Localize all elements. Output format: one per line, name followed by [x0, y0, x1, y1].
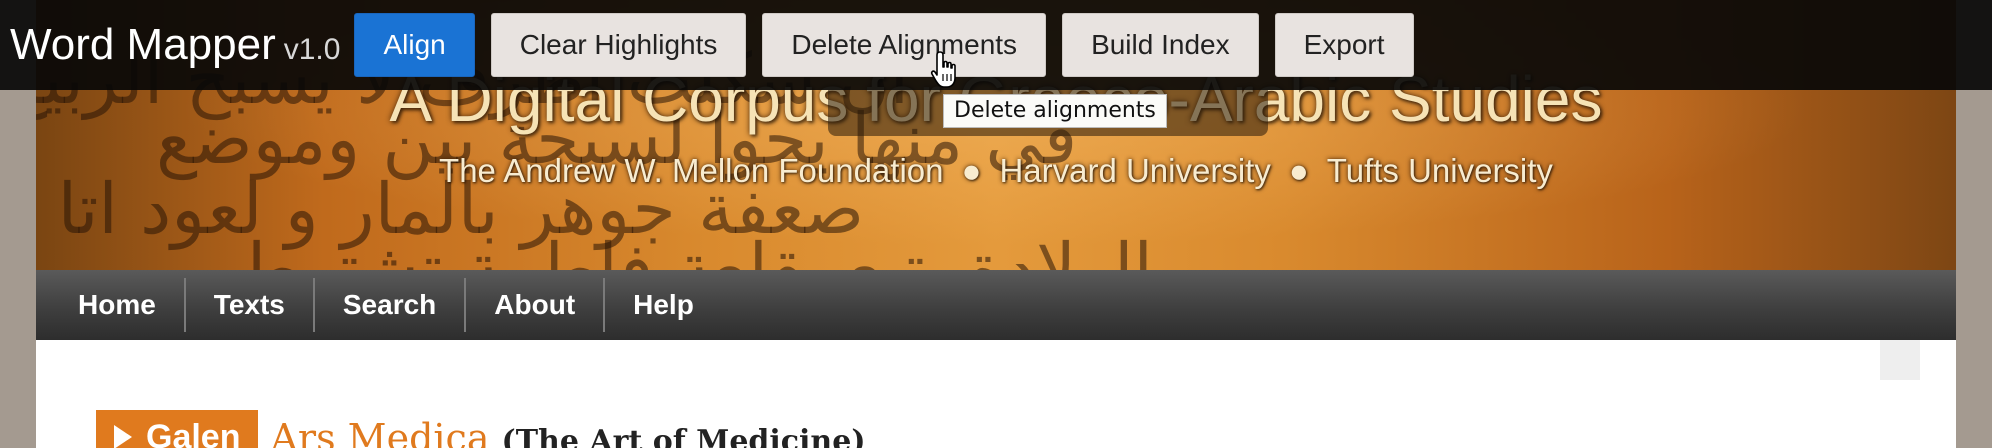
- nav-item-help[interactable]: Help: [605, 278, 722, 332]
- nav-item-texts[interactable]: Texts: [186, 278, 315, 332]
- delete-alignments-tooltip: Delete alignments: [943, 94, 1167, 128]
- separator-dot: ●: [1288, 152, 1309, 189]
- export-button[interactable]: Export: [1274, 13, 1414, 77]
- sponsor-harvard: Harvard University: [999, 152, 1271, 189]
- sponsor-mellon: The Andrew W. Mellon Foundation: [439, 152, 944, 189]
- work-title[interactable]: Ars Medica: [270, 410, 489, 448]
- content-side-panel: [1880, 340, 1920, 380]
- align-button[interactable]: Align: [354, 13, 475, 77]
- main-nav: Home Texts Search About Help: [36, 270, 1956, 340]
- delete-alignments-button[interactable]: Delete Alignments: [762, 13, 1047, 77]
- build-index-button[interactable]: Build Index: [1062, 13, 1259, 77]
- app-title: Word Mapper v1.0: [10, 20, 340, 70]
- work-subtitle: (The Art of Medicine): [501, 424, 866, 448]
- play-triangle-icon: [114, 425, 132, 448]
- author-name: Galen: [146, 417, 241, 448]
- sponsor-tufts: Tufts University: [1326, 152, 1553, 189]
- banner-subtitle: The Andrew W. Mellon Foundation ● Harvard …: [36, 152, 1956, 190]
- app-name: Word Mapper: [10, 20, 276, 69]
- nav-item-search[interactable]: Search: [315, 278, 467, 332]
- nav-item-home[interactable]: Home: [50, 278, 186, 332]
- separator-dot: ●: [961, 152, 982, 189]
- banner-script-row: الولادة يتبع بقلعة فاطمة تشترط: [236, 228, 1153, 270]
- hand-pointer-cursor-icon: [930, 51, 956, 88]
- app-version: v1.0: [283, 33, 341, 66]
- nav-item-about[interactable]: About: [466, 278, 606, 332]
- clear-highlights-button[interactable]: Clear Highlights: [490, 13, 747, 77]
- text-heading: Galen Ars Medica (The Art of Medicine): [96, 410, 866, 448]
- word-mapper-toolbar: Word Mapper v1.0 Align Clear Highlights D…: [0, 0, 1992, 90]
- author-badge[interactable]: Galen: [96, 410, 259, 448]
